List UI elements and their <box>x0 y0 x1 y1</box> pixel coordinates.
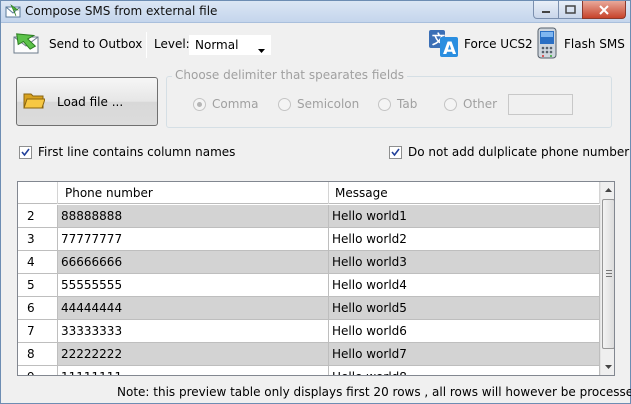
chevron-down-icon <box>258 42 265 56</box>
level-label-text: Level: <box>154 37 190 51</box>
phone-number-cell[interactable]: 22222222 <box>58 343 329 366</box>
table-row[interactable]: 911111111Hello world8 <box>18 366 600 375</box>
minimize-button[interactable] <box>533 1 559 19</box>
radio-dot <box>278 97 291 111</box>
delimiter-group-legend: Choose delimiter that spearates fields <box>172 68 408 82</box>
maximize-button[interactable] <box>558 1 583 19</box>
checkbox-box <box>19 145 32 159</box>
close-button[interactable] <box>582 1 626 19</box>
table-header: Phone number Message <box>18 182 600 204</box>
phone-number-cell[interactable]: 44444444 <box>58 297 329 320</box>
level-dropdown[interactable]: Normal <box>189 35 271 55</box>
title-bar: Compose SMS from external file <box>1 1 630 23</box>
svg-text:A: A <box>443 39 457 59</box>
radio-semicolon[interactable]: Semicolon <box>278 97 359 111</box>
phone-number-cell[interactable]: 33333333 <box>58 320 329 343</box>
load-file-button[interactable]: Load file ... <box>16 77 158 126</box>
envelope-icon <box>5 4 21 20</box>
message-cell[interactable]: Hello world6 <box>329 320 600 343</box>
radio-other-label: Other <box>463 97 498 111</box>
row-index-cell[interactable]: 5 <box>18 274 58 297</box>
flash-sms-button[interactable]: Flash SMS <box>536 27 625 62</box>
vertical-scrollbar[interactable] <box>600 182 614 375</box>
row-index-cell[interactable]: 7 <box>18 320 58 343</box>
message-cell[interactable]: Hello world8 <box>329 366 600 375</box>
toolbar-separator <box>146 32 147 58</box>
checkmark-icon <box>21 148 30 156</box>
phone-number-cell[interactable]: 88888888 <box>58 205 329 228</box>
radio-comma-label: Comma <box>212 97 259 111</box>
scrollbar-thumb[interactable] <box>602 199 614 349</box>
send-to-outbox-label: Send to Outbox <box>49 37 143 51</box>
table-row[interactable]: 8 22222222 Hello world7 <box>18 343 600 366</box>
radio-other[interactable]: Other <box>444 97 497 111</box>
load-file-label: Load file ... <box>57 94 124 109</box>
radio-dot <box>378 97 391 111</box>
folder-icon <box>23 91 46 112</box>
checkbox-box <box>389 145 402 159</box>
preview-note: Note: this preview table only displays f… <box>117 385 631 399</box>
translate-icon: 文 A <box>428 27 460 62</box>
scroll-down-arrow-icon[interactable] <box>601 359 614 375</box>
phone-icon <box>536 27 558 62</box>
send-to-outbox-button[interactable]: Send to Outbox <box>11 29 142 59</box>
envelope-send-icon <box>11 28 43 61</box>
grip-icon <box>606 270 612 277</box>
level-value: Normal <box>195 38 239 52</box>
checkmark-icon <box>391 148 400 156</box>
radio-tab-label: Tab <box>397 97 418 111</box>
phone-number-cell[interactable]: 55555555 <box>58 274 329 297</box>
preview-table[interactable]: Phone number Message 2 88888888 Hello worl… <box>17 181 615 376</box>
message-cell[interactable]: Hello world7 <box>329 343 600 366</box>
header-phone-number[interactable]: Phone number <box>58 182 329 204</box>
radio-dot <box>444 97 457 111</box>
table-row[interactable]: 6 44444444 Hello world5 <box>18 297 600 320</box>
table-row[interactable]: 2 88888888 Hello world1 <box>18 205 600 228</box>
row-index-cell[interactable]: 6 <box>18 297 58 320</box>
message-cell[interactable]: Hello world2 <box>329 228 600 251</box>
message-cell[interactable]: Hello world3 <box>329 251 600 274</box>
row-index-cell[interactable]: 2 <box>18 205 58 228</box>
flash-sms-label: Flash SMS <box>564 37 625 51</box>
no-duplicate-phone-label: Do not add dulplicate phone number <box>408 145 630 159</box>
first-line-column-names-checkbox[interactable]: First line contains column names <box>19 145 235 159</box>
table-row[interactable]: 4 66666666 Hello world3 <box>18 251 600 274</box>
compose-sms-window: Compose SMS from external file Send to O… <box>0 0 631 404</box>
radio-comma[interactable]: Comma <box>193 97 258 111</box>
radio-semicolon-label: Semicolon <box>297 97 360 111</box>
row-index-cell[interactable]: 9 <box>18 366 58 375</box>
phone-number-cell[interactable]: 77777777 <box>58 228 329 251</box>
phone-number-cell[interactable]: 11111111 <box>58 366 329 375</box>
first-line-column-names-label: First line contains column names <box>38 145 236 159</box>
scroll-up-arrow-icon[interactable] <box>601 182 614 198</box>
row-index-cell[interactable]: 8 <box>18 343 58 366</box>
radio-tab[interactable]: Tab <box>378 97 417 111</box>
header-message[interactable]: Message <box>329 182 600 204</box>
table-row[interactable]: 3 77777777 Hello world2 <box>18 228 600 251</box>
header-index <box>18 182 58 204</box>
no-duplicate-phone-checkbox[interactable]: Do not add dulplicate phone number <box>389 145 629 159</box>
other-delimiter-input[interactable] <box>508 94 573 115</box>
radio-dot <box>193 97 206 111</box>
message-cell[interactable]: Hello world1 <box>329 205 600 228</box>
message-cell[interactable]: Hello world4 <box>329 274 600 297</box>
window-title: Compose SMS from external file <box>25 4 218 18</box>
table-row[interactable]: 5 55555555 Hello world4 <box>18 274 600 297</box>
row-index-cell[interactable]: 3 <box>18 228 58 251</box>
force-ucs2-button[interactable]: 文 A Force UCS2 <box>428 29 533 59</box>
phone-number-cell[interactable]: 66666666 <box>58 251 329 274</box>
level-label: Level: <box>154 29 190 59</box>
force-ucs2-label: Force UCS2 <box>464 37 533 51</box>
row-index-cell[interactable]: 4 <box>18 251 58 274</box>
table-row[interactable]: 7 33333333 Hello world6 <box>18 320 600 343</box>
toolbar: Send to Outbox Level: Normal 文 A Force U… <box>1 24 630 64</box>
message-cell[interactable]: Hello world5 <box>329 297 600 320</box>
